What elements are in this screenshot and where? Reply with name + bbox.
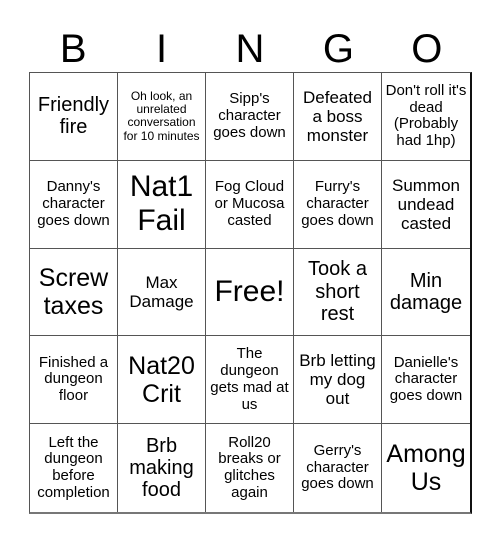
header-letter-o: O (411, 27, 443, 71)
bingo-cell[interactable]: Danielle's character goes down (382, 336, 470, 425)
bingo-cell[interactable]: Left the dungeon before completion (30, 424, 118, 512)
bingo-cell[interactable]: The dungeon gets mad at us (206, 336, 294, 425)
free-space-cell[interactable]: Free! (206, 248, 294, 337)
bingo-cell[interactable]: Oh look, an unrelated conversation for 1… (118, 73, 206, 161)
bingo-cell[interactable]: Gerry's character goes down (294, 424, 382, 512)
bingo-cell[interactable]: Roll20 breaks or glitches again (206, 424, 294, 512)
header-letter-n: N (235, 27, 265, 71)
bingo-cell[interactable]: Nat20 Crit (118, 336, 206, 425)
bingo-cell[interactable]: Fog Cloud or Mucosa casted (206, 160, 294, 249)
bingo-header: B I N G O (29, 26, 471, 72)
bingo-cell[interactable]: Furry's character goes down (294, 160, 382, 249)
bingo-cell[interactable]: Defeated a boss monster (294, 73, 382, 161)
bingo-cell[interactable]: Finished a dungeon floor (30, 336, 118, 425)
bingo-cell[interactable]: Friendly fire (30, 73, 118, 161)
bingo-cell[interactable]: Sipp's character goes down (206, 73, 294, 161)
bingo-cell[interactable]: Among Us (382, 424, 470, 512)
bingo-cell[interactable]: Max Damage (118, 248, 206, 337)
bingo-cell[interactable]: Nat1 Fail (118, 160, 206, 249)
header-letter-b: B (59, 27, 87, 71)
bingo-cell[interactable]: Danny's character goes down (30, 160, 118, 249)
bingo-cell[interactable]: Don't roll it's dead (Probably had 1hp) (382, 73, 470, 161)
bingo-cell[interactable]: Took a short rest (294, 248, 382, 337)
bingo-cell[interactable]: Summon undead casted (382, 161, 470, 249)
header-letter-i: I (156, 27, 168, 71)
bingo-cell[interactable]: Brb making food (118, 424, 206, 512)
header-letter-g: G (322, 27, 354, 71)
bingo-cell[interactable]: Brb letting my dog out (294, 336, 382, 425)
bingo-cell[interactable]: Screw taxes (30, 248, 118, 337)
bingo-cell[interactable]: Min damage (382, 249, 470, 337)
bingo-board: Friendly fire Oh look, an unrelated conv… (29, 72, 472, 514)
